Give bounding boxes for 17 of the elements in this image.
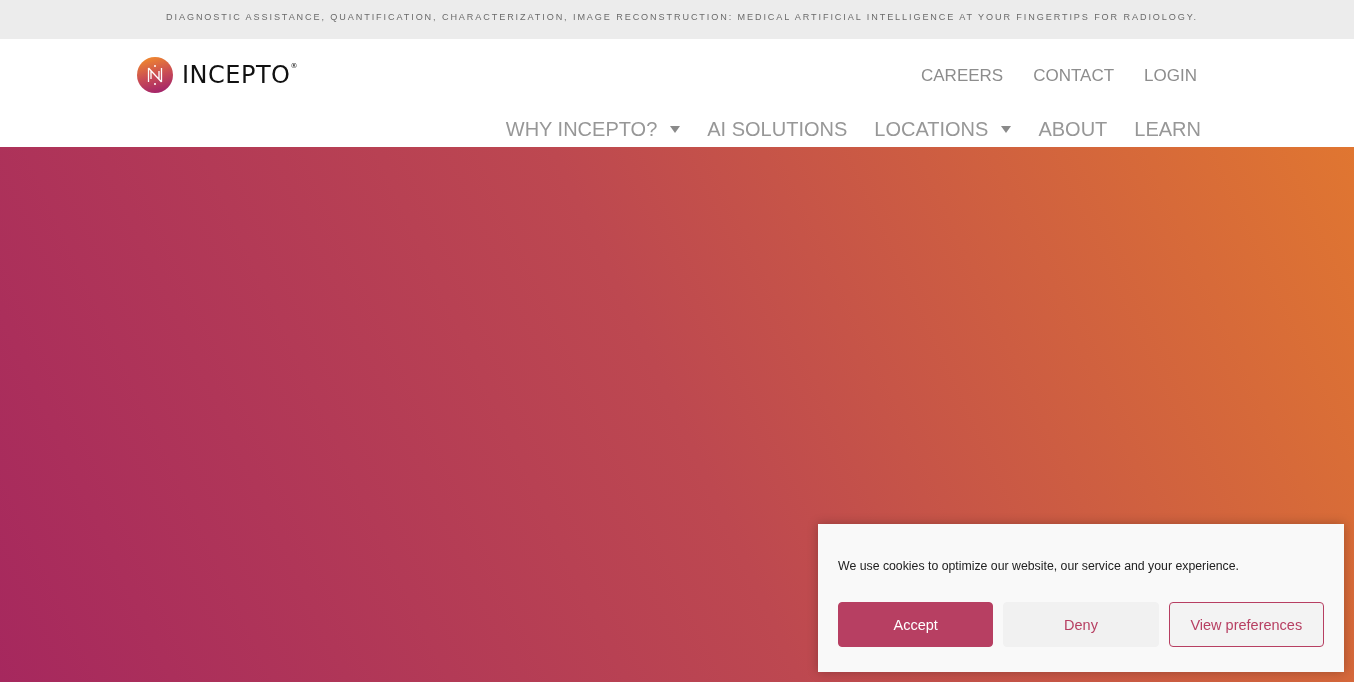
nav-link[interactable]: AI SOLUTIONS (707, 117, 848, 141)
tagline-text: DIAGNOSTIC ASSISTANCE, QUANTIFICATION, CHARACTERIZATION, IMAGE RECONSTRUCTION: MEDICAL ARTIFICIAL INTELLIGENCE AT YOUR FINGERTIPS FOR RADIOLOGY. (166, 12, 1198, 22)
accept-button[interactable]: Accept (838, 602, 994, 647)
cookie-message: We use cookies to optimize our website, our service and your experience. (838, 558, 1240, 575)
nav-link[interactable]: LOGIN (1144, 65, 1197, 87)
nav-link[interactable]: CAREERS (921, 65, 1004, 87)
caret-icon (670, 125, 681, 133)
brand-name[interactable]: INCEPTO$^{®}$ (182, 63, 298, 87)
nav-link[interactable]: LEARN (1134, 117, 1201, 141)
logo-icon[interactable] (137, 57, 173, 93)
nav-link[interactable]: ABOUT (1038, 117, 1108, 141)
caret-icon (1001, 125, 1012, 133)
nav-link[interactable]: LOCATIONS (874, 117, 1012, 141)
nav-link[interactable]: WHY INCEPTO? (505, 117, 681, 141)
preferences-button[interactable]: View preferences (1168, 602, 1324, 647)
deny-button[interactable]: Deny (1003, 602, 1159, 647)
nav-link[interactable]: CONTACT (1033, 65, 1115, 87)
